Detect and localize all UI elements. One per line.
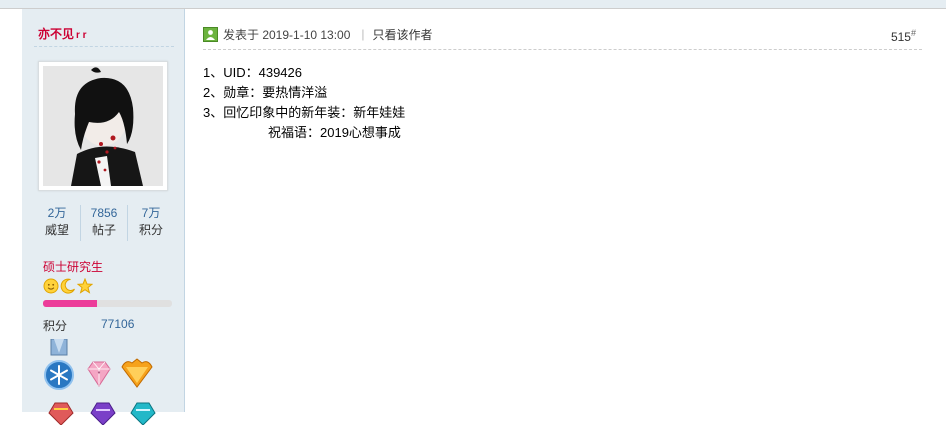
stat-prestige[interactable]: 2万 威望 [34,205,80,241]
username-suffix: r r [76,30,87,41]
post-date: 发表于 2019-1-10 13:00 [223,27,351,42]
svg-text:*: * [98,371,101,378]
content-line: 1、UID：439426 [203,65,302,80]
floor-number[interactable]: 515# [891,28,916,44]
author-sidebar: 亦不见 r r 2万 威望 7856 帖子 7万 积分 硕士研究生 积分 771… [22,9,185,425]
red-medal-icon[interactable] [46,401,76,425]
content-line: 祝福语：2019心想事成 [203,125,401,140]
stat-value: 2万 [47,206,67,220]
content-line: 3、回忆印象中的新年装：新年娃娃 [203,105,406,120]
username-text: 亦不见 [38,27,75,41]
top-divider [0,0,946,9]
view-author-only-link[interactable]: 只看该作者 [373,26,433,43]
rank-icons [43,278,93,294]
stat-credits[interactable]: 7万 积分 [127,205,174,241]
post-content: 1、UID：439426 2、勋章：要热情洋溢 3、回忆印象中的新年装：新年娃娃… [203,63,405,143]
stat-value: 7856 [90,206,118,220]
post-header-divider [203,49,922,50]
user-stats: 2万 威望 7856 帖子 7万 积分 [34,205,174,241]
credit-label: 积分 [43,319,68,333]
snowflake-medal-icon[interactable] [44,339,74,391]
stat-label: 积分 [138,223,163,237]
content-line: 2、勋章：要热情洋溢 [203,85,328,100]
floor-mark: # [910,28,916,38]
sun-icon [43,278,59,294]
purple-medal-icon[interactable] [88,401,118,425]
meta-divider: | [361,27,365,41]
sidebar-divider [34,46,174,47]
stat-label: 帖子 [91,223,116,237]
rank-title[interactable]: 硕士研究生 [43,258,103,275]
stat-posts[interactable]: 7856 帖子 [80,205,127,241]
avatar-image [43,66,163,186]
stat-value: 7万 [141,206,161,220]
post-meta: 发表于 2019-1-10 13:00 | 只看该作者 [203,25,433,43]
teal-medal-icon[interactable] [128,401,158,425]
pink-gem-medal-icon[interactable]: * [84,359,114,389]
orange-gem-medal-icon[interactable] [120,357,154,389]
rank-progress-bar [43,300,172,307]
moon-icon [60,278,75,294]
floor-value: 515 [890,30,911,44]
username-link[interactable]: 亦不见 r r [38,25,87,42]
star-icon [77,278,93,294]
credit-value: 77106 [101,317,135,331]
rank-progress-fill [43,300,98,307]
online-status-icon [203,26,218,42]
post-body: 发表于 2019-1-10 13:00 | 只看该作者 515# 1、UID：4… [185,9,946,412]
stat-label: 威望 [44,223,69,237]
avatar[interactable] [38,61,168,191]
